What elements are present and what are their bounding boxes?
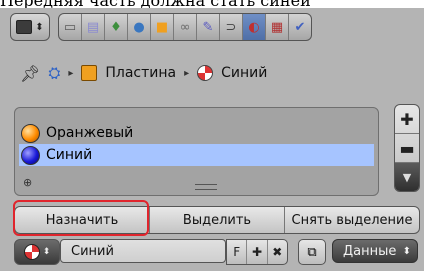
link-type-value: Данные	[343, 243, 397, 259]
updown-arrows-icon: ⬍	[42, 247, 51, 257]
mesh-object-icon	[81, 65, 98, 81]
material-icon	[197, 65, 214, 81]
tab-constraints[interactable]: ∞	[174, 14, 197, 40]
tab-render-layers[interactable]: ▤	[82, 14, 105, 40]
list-item[interactable]: Синий	[19, 144, 374, 166]
breadcrumb-object: Пластина	[105, 65, 177, 81]
tab-material[interactable]: ◐	[243, 14, 266, 40]
material-icon: ◐	[248, 19, 260, 35]
minus-icon: ▬	[399, 138, 415, 158]
link-data-button[interactable]: ⧉	[298, 239, 326, 265]
tab-texture[interactable]: ▦	[266, 14, 289, 40]
new-material-button[interactable]: ✚	[247, 240, 268, 264]
material-sphere-icon	[21, 123, 40, 143]
material-slot-list: Оранжевый Синий ⊕	[14, 107, 379, 196]
physics-icon: ✔	[294, 19, 306, 35]
scene-icon: ♦	[110, 19, 122, 35]
slot-specials-button[interactable]: ▼	[395, 163, 419, 191]
material-datablock-row: ⬍ Синий F ✚ ✖ ⧉ Данные ⬍	[14, 239, 420, 265]
breadcrumb: 📌︎ ⛭ ▸ Пластина ▸ Синий	[20, 58, 410, 88]
scene-icon: ⛭	[48, 64, 61, 82]
context-tabs: ▭ ▤ ♦ ● ■ ∞ ✎ ⊃ ◐ ▦ ✔	[58, 13, 312, 41]
object-icon: ■	[155, 19, 169, 35]
page-caption: Передняя часть должна стать синей	[0, 0, 424, 8]
material-datablock-tools: F ✚ ✖	[226, 239, 288, 265]
editor-type-button[interactable]: ⬍	[10, 13, 50, 41]
render-icon: ▭	[63, 19, 77, 35]
modifiers-icon: ✎	[202, 19, 214, 35]
world-icon: ●	[133, 19, 145, 35]
material-icon	[23, 244, 40, 260]
plus-icon: ✚	[400, 109, 414, 129]
deselect-button[interactable]: Снять выделение	[285, 207, 419, 233]
material-sphere-icon	[21, 145, 40, 165]
add-filter-icon[interactable]: ⊕	[23, 176, 32, 189]
fake-user-button[interactable]: F	[227, 240, 248, 264]
pin-icon[interactable]: 📌︎	[20, 64, 40, 83]
tab-physics[interactable]: ✔	[289, 14, 311, 40]
unlink-material-button[interactable]: ✖	[268, 240, 287, 264]
slot-side-buttons: ✚ ▬ ▼	[394, 104, 420, 192]
tab-scene[interactable]: ♦	[105, 14, 128, 40]
render-layers-icon: ▤	[86, 19, 100, 35]
material-slot-label: Оранжевый	[46, 125, 134, 141]
breadcrumb-material: Синий	[221, 65, 268, 81]
properties-editor-icon	[16, 20, 33, 34]
assign-highlight	[13, 200, 149, 236]
updown-arrows-icon: ⬍	[35, 21, 44, 33]
close-icon: ✖	[272, 245, 283, 259]
tab-world[interactable]: ●	[128, 14, 151, 40]
list-resize-grip[interactable]	[195, 184, 217, 190]
material-slot-label: Синий	[46, 147, 93, 163]
chevron-down-icon: ▼	[402, 170, 412, 184]
texture-icon: ▦	[270, 19, 284, 35]
list-item[interactable]: Оранжевый	[19, 122, 374, 144]
tab-object[interactable]: ■	[151, 14, 174, 40]
breadcrumb-separator-icon: ▸	[184, 67, 190, 79]
tab-render[interactable]: ▭	[59, 14, 82, 40]
link-type-select[interactable]: Данные ⬍	[332, 239, 418, 263]
remove-slot-button[interactable]: ▬	[395, 134, 419, 163]
breadcrumb-separator-icon: ▸	[68, 67, 74, 79]
updown-arrows-icon: ⬍	[402, 245, 411, 257]
tab-object-data[interactable]: ⊃	[220, 14, 243, 40]
add-slot-button[interactable]: ✚	[395, 105, 419, 134]
material-name-field[interactable]: Синий	[60, 239, 226, 263]
tab-modifiers[interactable]: ✎	[197, 14, 220, 40]
plus-icon: ✚	[251, 245, 263, 259]
copy-icon: ⧉	[307, 244, 317, 260]
material-browse-button[interactable]: ⬍	[14, 239, 60, 265]
constraints-icon: ∞	[179, 19, 191, 35]
properties-panel: ⬍ ▭ ▤ ♦ ● ■ ∞ ✎ ⊃ ◐ ▦ ✔ 📌︎ ⛭ ▸ Пластина ▸ Синий Ор…	[0, 8, 424, 271]
object-data-icon: ⊃	[225, 19, 237, 35]
select-button[interactable]: Выделить	[150, 207, 285, 233]
